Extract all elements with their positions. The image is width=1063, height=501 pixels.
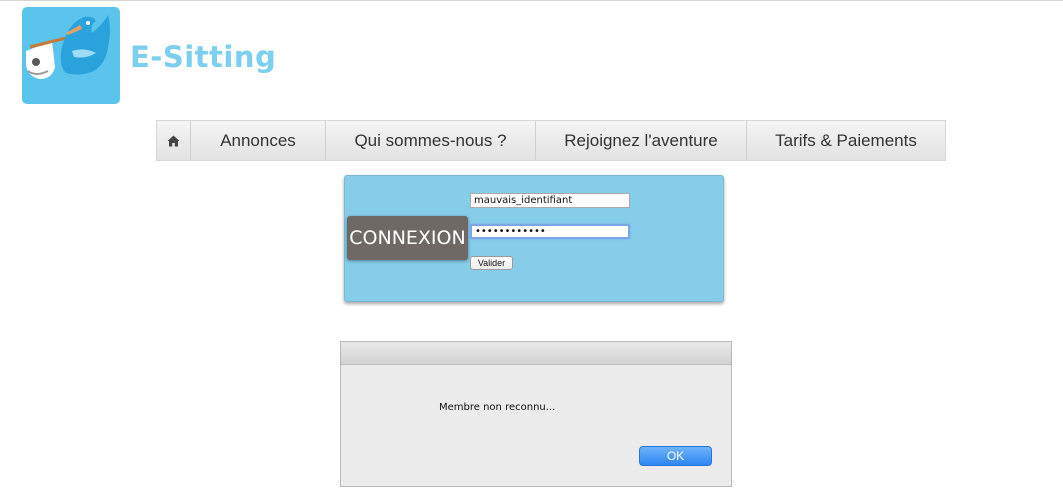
top-border [0,0,1063,1]
nav-item-annonces[interactable]: Annonces [191,121,326,160]
nav-home[interactable] [157,121,191,160]
valider-button[interactable]: Valider [470,256,513,270]
nav-item-qui-sommes-nous[interactable]: Qui sommes-nous ? [326,121,536,160]
dialog-title-bar[interactable] [341,342,731,365]
ok-button[interactable]: OK [639,446,712,466]
alert-dialog: Membre non reconnu... OK [340,341,732,487]
nav-item-tarifs[interactable]: Tarifs & Paiements [747,121,945,160]
nav-item-rejoignez[interactable]: Rejoignez l'aventure [536,121,747,160]
password-field[interactable]: •••••••••••• [470,224,630,239]
main-nav: Annonces Qui sommes-nous ? Rejoignez l'a… [156,120,946,161]
dialog-message: Membre non reconnu... [439,402,556,413]
home-icon [167,135,180,146]
stork-with-baby-icon [26,15,110,79]
brand-name[interactable]: E-Sitting [130,40,276,74]
connexion-label: CONNEXION [347,216,468,260]
username-field[interactable] [470,193,630,208]
logo[interactable] [22,7,120,104]
login-panel: CONNEXION •••••••••••• Valider [344,175,724,302]
